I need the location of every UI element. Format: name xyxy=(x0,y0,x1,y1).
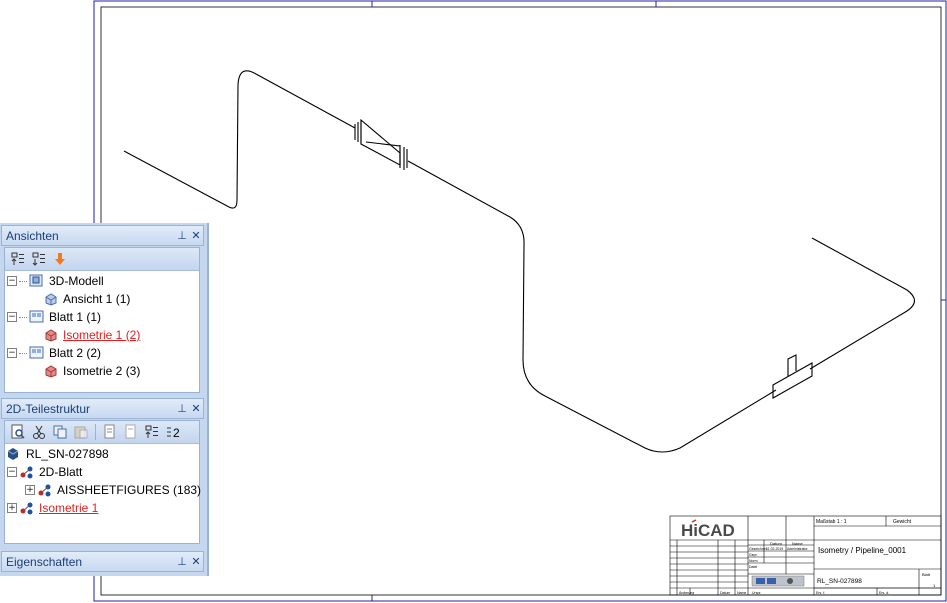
tree-item-label: Blatt 2 (2) xyxy=(49,346,102,360)
name2-label: Name xyxy=(737,591,746,595)
tree-item-3d-model[interactable]: − 3D-Modell xyxy=(7,272,104,290)
views-tree: − 3D-Modell Ansicht 1 (1) − Blatt 1 (1) … xyxy=(5,271,199,391)
gezeichnet-name: Administrator xyxy=(787,547,808,551)
expand-icon[interactable]: + xyxy=(7,503,17,513)
parts-tree: RL_SN-027898 − 2D-Blatt + AISSHEETFIGURE… xyxy=(5,444,201,544)
name-label: Name xyxy=(792,541,803,546)
parts-panel-body: 2 RL_SN-027898 − 2D-Blatt + AISSHEETFIGU… xyxy=(4,420,201,544)
sort-up-icon[interactable] xyxy=(143,423,161,441)
sheet-icon xyxy=(29,346,44,360)
close-icon[interactable]: ✕ xyxy=(189,402,203,415)
collapse-icon[interactable]: − xyxy=(7,312,17,322)
gezeichnet-date: 11.02.2019 xyxy=(766,547,783,551)
paste-icon[interactable] xyxy=(72,423,90,441)
views-panel-body: − 3D-Modell Ansicht 1 (1) − Blatt 1 (1) … xyxy=(4,247,200,393)
ers-d-label: Ers. d. xyxy=(879,591,889,595)
properties-panel-title: Eigenschaften xyxy=(6,554,83,569)
collapse-icon[interactable]: − xyxy=(7,467,17,477)
collapse-icon[interactable]: − xyxy=(7,348,17,358)
svg-text:2: 2 xyxy=(173,426,180,440)
parts-toolbar: 2 xyxy=(5,421,199,444)
pin-icon[interactable]: ⊥ xyxy=(175,555,189,568)
tree-item-label: 3D-Modell xyxy=(49,274,104,288)
tree-item-isometry-2[interactable]: Isometrie 2 (3) xyxy=(43,362,140,380)
tree-item-isometry-1[interactable]: Isometrie 1 (2) xyxy=(43,326,140,344)
tree-item-label: RL_SN-027898 xyxy=(26,447,109,461)
views-toolbar xyxy=(5,248,199,271)
ers-label: Ers. f. xyxy=(816,591,825,595)
valve-symbol xyxy=(354,118,408,170)
gezeichnet-label: Gezeichnet xyxy=(749,547,767,551)
close-icon[interactable]: ✕ xyxy=(189,555,203,568)
parts-panel-title: 2D-Teilestruktur xyxy=(6,401,91,416)
tee-fitting xyxy=(772,354,813,399)
tree-item-root[interactable]: RL_SN-027898 xyxy=(6,445,109,463)
isometry-view-icon xyxy=(43,364,58,378)
sort-up-icon[interactable] xyxy=(9,250,27,268)
tree-item-label: 2D-Blatt xyxy=(39,465,83,479)
preview-icon[interactable] xyxy=(9,423,27,441)
isometry-view-icon xyxy=(43,328,58,342)
arrow-down-icon[interactable] xyxy=(51,250,69,268)
view-cube-icon xyxy=(43,292,58,306)
document-icon[interactable] xyxy=(101,423,119,441)
tree-item-label: Blatt 1 (1) xyxy=(49,310,102,324)
datum-label: Datum xyxy=(770,541,782,546)
docked-panel-group: Ansichten ⊥ ✕ − 3D-Modell Ansicht 1 (1) … xyxy=(0,223,209,576)
tree-item-label: AISSHEETFIGURES (183) xyxy=(57,483,202,497)
tree-item-sheetfigures[interactable]: + AISSHEETFIGURES (183) xyxy=(25,481,201,499)
pin-icon[interactable]: ⊥ xyxy=(175,229,189,242)
parts-group-icon xyxy=(37,483,52,497)
views-panel-title: Ansichten xyxy=(6,228,59,243)
file-label: Datei xyxy=(749,565,757,569)
aenderung-label: Änderung xyxy=(679,591,694,595)
tree-item-sheet-1[interactable]: − Blatt 1 (1) xyxy=(7,308,101,326)
tree-item-2d-sheet[interactable]: − 2D-Blatt xyxy=(7,463,82,481)
norm-label: Norm xyxy=(749,559,758,563)
parts-group-icon xyxy=(19,501,34,515)
properties-panel-header[interactable]: Eigenschaften ⊥ ✕ xyxy=(1,551,204,572)
sort-down-icon[interactable] xyxy=(30,250,48,268)
expand-icon[interactable]: + xyxy=(25,485,35,495)
sheet-inner-border xyxy=(100,6,942,596)
sheet-label: Blatt xyxy=(922,572,931,577)
tree-item-sheet-2[interactable]: − Blatt 2 (2) xyxy=(7,344,101,362)
parts-group-icon xyxy=(19,465,34,479)
sheet-number: 1 xyxy=(933,583,936,588)
weight-label: Gewicht xyxy=(893,519,912,525)
tree-item-view-1[interactable]: Ansicht 1 (1) xyxy=(43,290,130,308)
company-logo: HiCAD xyxy=(681,521,735,540)
company-stamp-icon xyxy=(751,575,805,587)
tree-item-label: Isometrie 1 (2) xyxy=(63,328,141,342)
assembly-icon xyxy=(6,447,21,461)
gepr-label: Gepr. xyxy=(749,553,758,557)
3d-model-icon xyxy=(29,274,44,288)
scale-label: Maßstab 1 : 1 xyxy=(816,519,847,525)
tree-item-label: Isometrie 1 xyxy=(39,501,99,515)
parts-panel-header[interactable]: 2D-Teilestruktur ⊥ ✕ xyxy=(1,398,204,419)
views-panel-header[interactable]: Ansichten ⊥ ✕ xyxy=(1,225,204,246)
pin-icon[interactable]: ⊥ xyxy=(175,402,189,415)
urspr-label: Urspr. xyxy=(752,591,761,595)
numbering-icon[interactable]: 2 xyxy=(164,423,182,441)
tree-item-isometry[interactable]: + Isometrie 1 xyxy=(7,499,98,517)
datum2-label: Datum xyxy=(720,591,730,595)
collapse-icon[interactable]: − xyxy=(7,276,17,286)
pipeline-isometry[interactable] xyxy=(123,70,916,453)
cut-icon[interactable] xyxy=(30,423,48,441)
tree-item-label: Isometrie 2 (3) xyxy=(63,364,141,378)
tree-item-label: Ansicht 1 (1) xyxy=(63,292,131,306)
copy-icon[interactable] xyxy=(51,423,69,441)
document-2-icon[interactable] xyxy=(122,423,140,441)
sheet-outer-border xyxy=(93,0,947,602)
close-icon[interactable]: ✕ xyxy=(189,229,203,242)
sheet-icon xyxy=(29,310,44,324)
drawing-title: Isometry / Pipeline_0001 xyxy=(818,546,907,555)
drawing-number: RL_SN-027898 xyxy=(817,578,862,585)
